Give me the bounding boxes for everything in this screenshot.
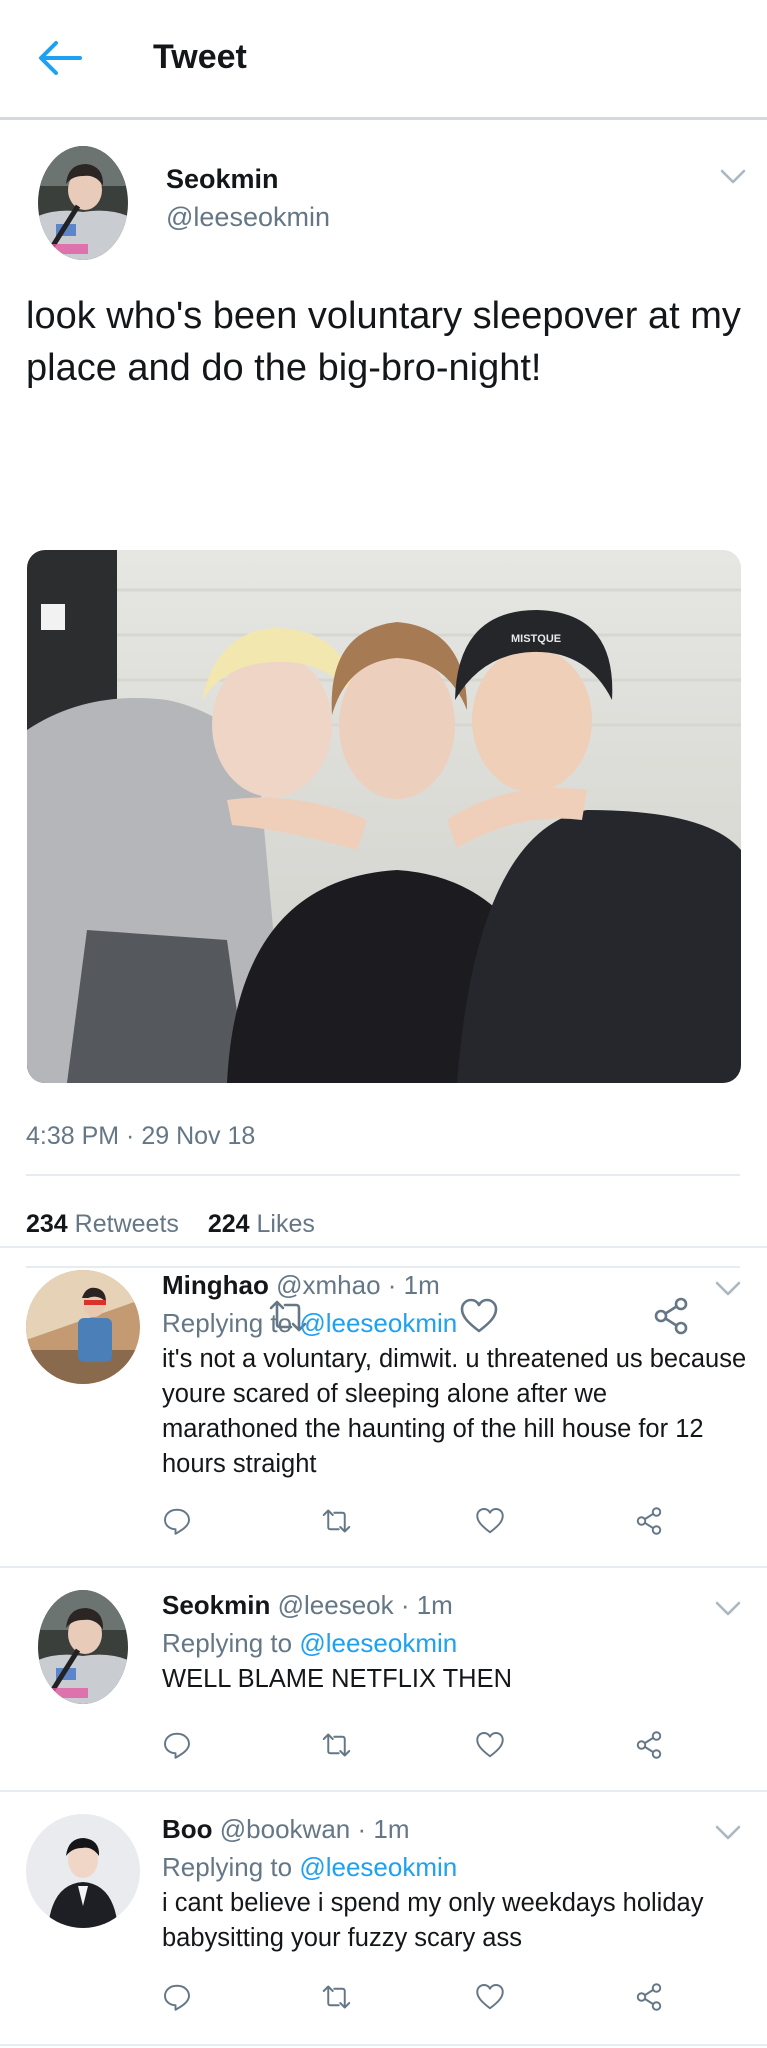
tweet-photo[interactable]: MISTQUE bbox=[27, 550, 741, 1083]
beanie-text: MISTQUE bbox=[511, 633, 561, 645]
author-name[interactable]: Boo bbox=[162, 1814, 213, 1844]
avatar[interactable] bbox=[38, 146, 128, 260]
retweet-icon[interactable] bbox=[320, 1982, 353, 2012]
app-header: Tweet bbox=[0, 0, 767, 120]
divider bbox=[0, 2044, 767, 2046]
author-name[interactable]: Seokmin bbox=[166, 164, 279, 195]
chevron-down-icon[interactable] bbox=[714, 1600, 742, 1618]
reply-meta: @leeseok · 1m bbox=[277, 1590, 453, 1620]
reply-text: WELL BLAME NETFLIX THEN bbox=[162, 1665, 513, 1693]
divider bbox=[26, 1174, 740, 1176]
reply-text: it's not a voluntary, dimwit. u threaten… bbox=[162, 1345, 747, 1478]
mention-link[interactable]: @leeseokmin bbox=[299, 1628, 457, 1658]
reply-header: Boo @bookwan · 1m bbox=[162, 1814, 409, 1845]
tweet-text: look who's been voluntary sleepover at m… bbox=[26, 295, 741, 389]
mention-link[interactable]: @leeseokmin bbox=[299, 1852, 457, 1882]
like-icon[interactable] bbox=[475, 1506, 505, 1536]
author-name[interactable]: Seokmin bbox=[162, 1590, 270, 1620]
share-icon[interactable] bbox=[634, 1982, 664, 2012]
author-handle[interactable]: @leeseokmin bbox=[166, 202, 330, 233]
replying-to: Replying to @leeseokmin bbox=[162, 1308, 458, 1338]
replying-to: Replying to @leeseokmin bbox=[162, 1628, 458, 1658]
page-title: Tweet bbox=[153, 38, 247, 76]
reply-icon[interactable] bbox=[162, 1506, 192, 1536]
share-icon[interactable] bbox=[634, 1730, 664, 1760]
avatar[interactable] bbox=[38, 1590, 128, 1704]
retweet-icon[interactable] bbox=[320, 1730, 353, 1760]
like-icon[interactable] bbox=[475, 1730, 505, 1760]
tweet-stats: 234 Retweets 224 Likes bbox=[26, 1210, 337, 1239]
retweet-icon[interactable] bbox=[320, 1506, 353, 1536]
reply-tweet[interactable]: Boo @bookwan · 1m Replying to @leeseokmi… bbox=[0, 1792, 767, 2048]
arrow-left-icon bbox=[39, 41, 82, 75]
reply-text: i cant believe i spend my only weekdays … bbox=[162, 1889, 704, 1952]
chevron-down-icon[interactable] bbox=[719, 168, 747, 186]
reply-meta: @xmhao · 1m bbox=[276, 1270, 440, 1300]
reply-tweet[interactable]: Seokmin @leeseok · 1m Replying to @leese… bbox=[0, 1568, 767, 1790]
back-button[interactable] bbox=[34, 36, 86, 80]
chevron-down-icon[interactable] bbox=[714, 1280, 742, 1298]
reply-tweet[interactable]: Minghao @xmhao · 1m Replying to @leeseok… bbox=[0, 1248, 767, 1566]
tweet-timestamp: 4:38 PM · 29 Nov 18 bbox=[26, 1122, 256, 1150]
reply-header: Minghao @xmhao · 1m bbox=[162, 1270, 440, 1301]
retweets-stat[interactable]: 234 Retweets bbox=[26, 1210, 179, 1238]
share-icon[interactable] bbox=[634, 1506, 664, 1536]
reply-header: Seokmin @leeseok · 1m bbox=[162, 1590, 453, 1621]
reply-icon[interactable] bbox=[162, 1982, 192, 2012]
reply-icon[interactable] bbox=[162, 1730, 192, 1760]
reply-meta: @bookwan · 1m bbox=[219, 1814, 410, 1844]
replying-to: Replying to @leeseokmin bbox=[162, 1852, 458, 1882]
mention-link[interactable]: @leeseokmin bbox=[299, 1308, 457, 1338]
like-icon[interactable] bbox=[475, 1982, 505, 2012]
author-name[interactable]: Minghao bbox=[162, 1270, 269, 1300]
chevron-down-icon[interactable] bbox=[714, 1824, 742, 1842]
likes-stat[interactable]: 224 Likes bbox=[208, 1210, 315, 1238]
avatar[interactable] bbox=[26, 1814, 140, 1928]
avatar[interactable] bbox=[26, 1270, 140, 1384]
